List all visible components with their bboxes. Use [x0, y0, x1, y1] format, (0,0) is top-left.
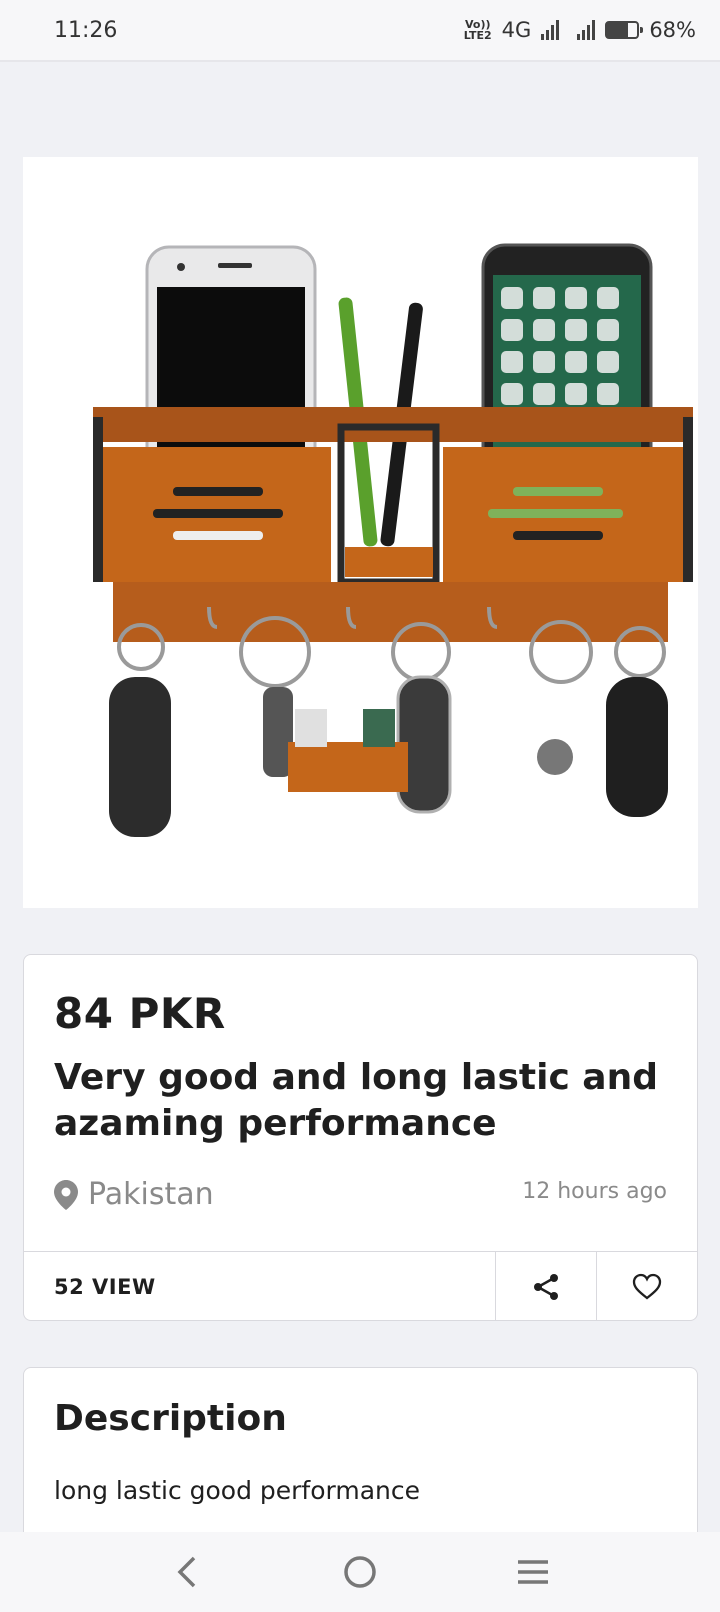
signal-icon: [577, 20, 596, 40]
action-row: 52 VIEW: [24, 1251, 697, 1321]
product-title: Very good and long lastic and azaming pe…: [54, 1057, 659, 1144]
share-button[interactable]: [495, 1252, 596, 1321]
product-image[interactable]: [23, 157, 698, 908]
status-time: 11:26: [54, 17, 118, 43]
menu-icon: [518, 1560, 549, 1584]
network-type: 4G: [501, 18, 532, 42]
location-label: Pakistan: [88, 1177, 214, 1212]
description-text: long lastic good performance: [54, 1476, 421, 1505]
view-count: 52 VIEW: [54, 1274, 156, 1299]
battery-percent: 68%: [649, 18, 696, 42]
home-button[interactable]: [330, 1542, 390, 1602]
volte-tag: Vo)) LTE2: [463, 18, 492, 42]
status-icons: Vo)) LTE2 4G 68%: [464, 18, 696, 42]
posted-time: 12 hours ago: [522, 1179, 667, 1204]
signal-icon: [541, 20, 560, 40]
favorite-button[interactable]: [596, 1252, 697, 1321]
product-price: 84 PKR: [54, 989, 226, 1038]
product-info-card: 84 PKR Very good and long lastic and aza…: [23, 954, 698, 1321]
product-location: Pakistan: [54, 1177, 214, 1212]
menu-button[interactable]: [503, 1542, 563, 1602]
status-bar: 11:26 Vo)) LTE2 4G 68%: [0, 0, 720, 60]
home-icon: [344, 1556, 376, 1588]
map-pin-icon: [54, 1179, 78, 1210]
back-button[interactable]: [157, 1542, 217, 1602]
share-icon: [534, 1273, 558, 1300]
heart-icon: [632, 1273, 662, 1299]
top-divider: [0, 60, 720, 62]
description-heading: Description: [54, 1398, 287, 1439]
back-icon: [177, 1556, 195, 1588]
navigation-bar: [0, 1532, 720, 1612]
battery-icon: [605, 21, 644, 39]
